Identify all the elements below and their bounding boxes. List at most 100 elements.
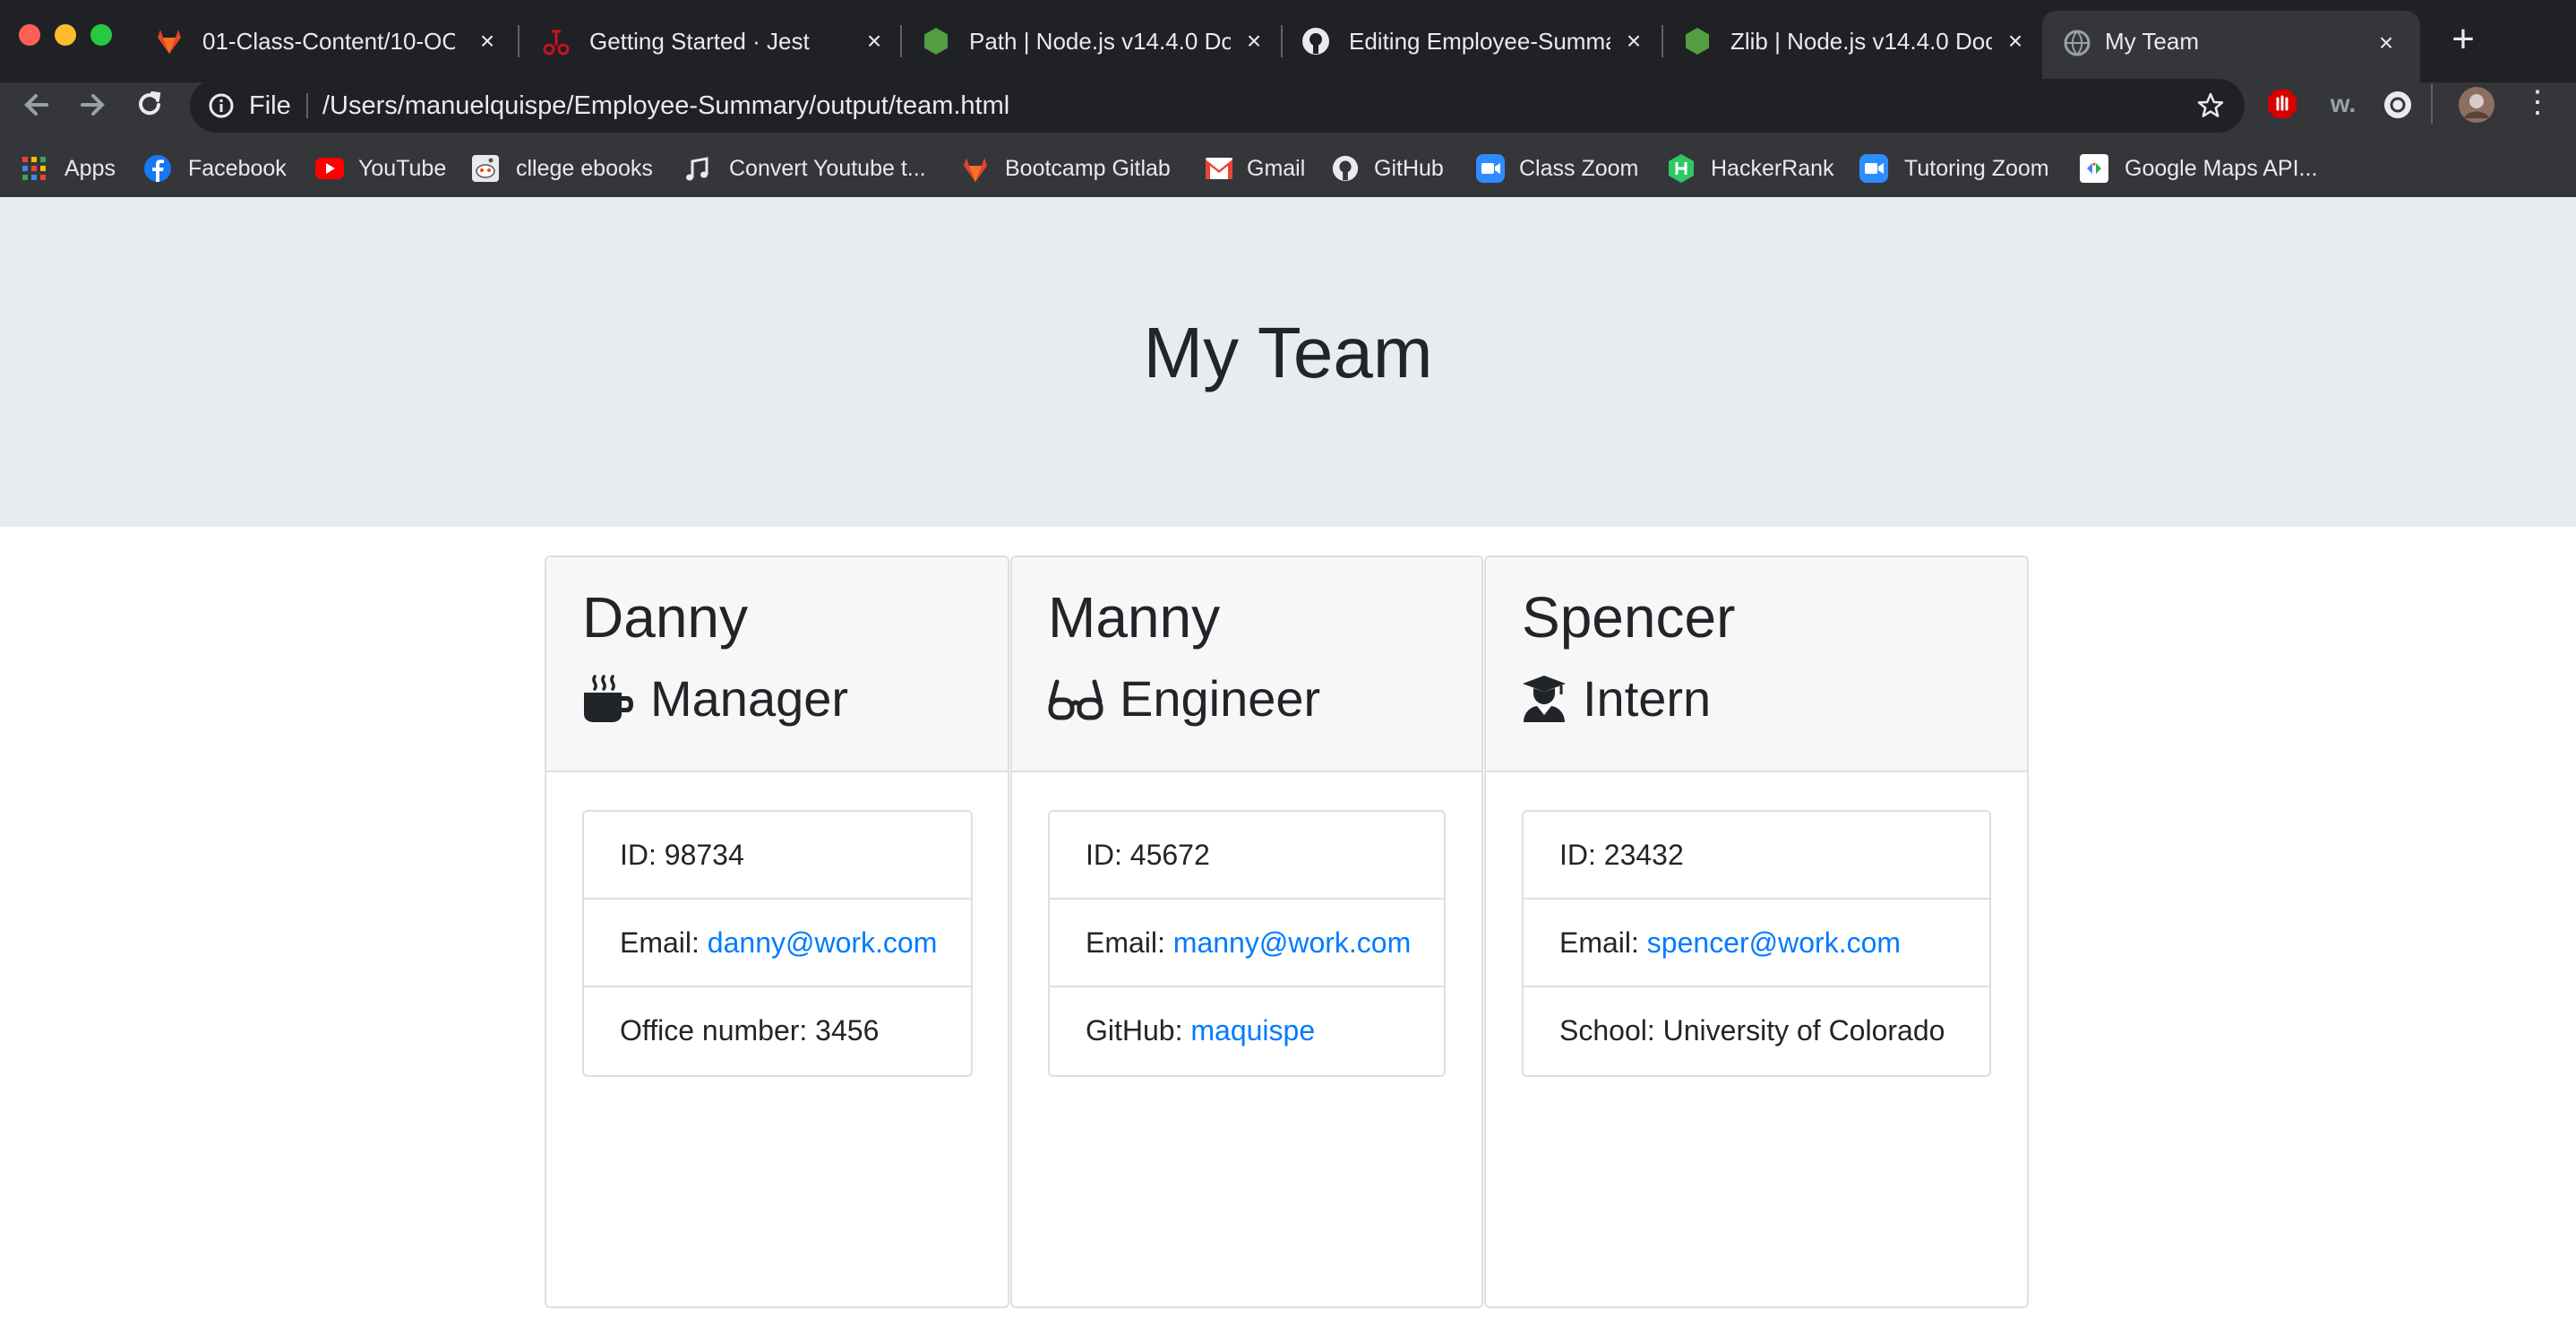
github-icon (1302, 28, 1329, 55)
tab-divider (1662, 25, 1663, 57)
bookmark-label: Gmail (1247, 156, 1306, 181)
avatar[interactable] (2458, 86, 2495, 124)
adblock-icon[interactable] (2266, 88, 2298, 120)
bookmark-label: Tutoring Zoom (1904, 156, 2049, 181)
tab-title: Editing Employee-Summary (1349, 28, 1610, 55)
page-title: My Team (1143, 313, 1433, 392)
bookmark-label: HackerRank (1711, 156, 1834, 181)
forward-button[interactable] (72, 84, 113, 125)
bookmark-bootcamp-gitlab[interactable]: Bootcamp Gitlab (960, 151, 1175, 186)
id-label: ID: (1559, 839, 1604, 871)
id-label: ID: (620, 839, 665, 871)
bookmark-google-maps-api[interactable]: Google Maps API... (2080, 151, 2331, 186)
tab-node-zlib[interactable]: Zlib | Node.js v14.4.0 Doc × (1682, 11, 2031, 72)
bookmark-tutoring-zoom[interactable]: Tutoring Zoom (1859, 151, 2057, 186)
employee-details-list: ID: 23432 Email: spencer@work.com School… (1522, 810, 1991, 1077)
bookmark-label: GitHub (1374, 156, 1444, 181)
window-zoom-button[interactable] (90, 24, 112, 46)
address-divider (306, 93, 308, 118)
tab-my-team[interactable]: My Team × (2042, 11, 2420, 82)
bookmark-label: Facebook (188, 156, 287, 181)
bookmarks-bar: Apps Facebook YouTube cllege ebooks Conv… (0, 140, 2576, 197)
info-icon[interactable] (208, 92, 235, 119)
coffee-mug-icon (584, 674, 633, 722)
employee-github: GitHub: maquispe (1050, 987, 1444, 1075)
scheme-label: File (249, 91, 291, 120)
address-bar[interactable]: File /Users/manuelquispe/Employee-Summar… (190, 79, 2245, 133)
close-icon[interactable]: × (862, 29, 887, 54)
bookmark-youtube[interactable]: YouTube (315, 151, 450, 186)
graduate-icon (1523, 675, 1566, 722)
glasses-icon (1048, 679, 1103, 719)
tab-github-editing[interactable]: Editing Employee-Summary × (1301, 11, 1650, 72)
school-value: University of Colorado (1662, 1014, 1945, 1047)
employee-id: ID: 45672 (1050, 812, 1444, 900)
email-link[interactable]: spencer@work.com (1647, 926, 1901, 959)
globe-icon (2064, 30, 2091, 56)
window-close-button[interactable] (19, 24, 40, 46)
new-tab-button[interactable]: + (2445, 20, 2481, 59)
bookmark-gmail[interactable]: Gmail (1206, 151, 1313, 186)
github-link[interactable]: maquispe (1190, 1014, 1315, 1047)
bookmark-hackerrank[interactable]: HackerRank (1668, 151, 1838, 186)
employee-name: Danny (582, 585, 748, 650)
reddit-icon (472, 155, 499, 182)
tab-divider (518, 25, 519, 57)
close-icon[interactable]: × (1241, 29, 1267, 54)
role-label: Manager (650, 670, 849, 727)
youtube-icon (315, 158, 344, 179)
email-link[interactable]: manny@work.com (1173, 926, 1411, 959)
wappalyzer-icon[interactable]: w. (2325, 86, 2361, 122)
close-icon[interactable]: × (2003, 29, 2028, 54)
employee-card-manager: Danny Manager ID: 98734 Email: danny@wor… (545, 556, 1009, 1308)
bookmark-convert-youtube[interactable]: Convert Youtube t... (684, 151, 935, 186)
browser-tab-bar: 01-Class-Content/10-OOP × Getting Starte… (0, 0, 2576, 82)
star-icon[interactable] (2196, 91, 2225, 120)
role-label: Engineer (1120, 670, 1321, 727)
bookmark-apps[interactable]: Apps (21, 151, 138, 186)
role-label: Intern (1583, 670, 1712, 727)
bookmark-facebook[interactable]: Facebook (143, 151, 300, 186)
zoom-icon (1859, 154, 1888, 183)
bookmark-class-zoom[interactable]: Class Zoom (1476, 151, 1646, 186)
school-label: School: (1559, 1014, 1663, 1047)
bookmark-label: Apps (64, 156, 116, 181)
employee-name: Manny (1048, 585, 1221, 650)
employee-name: Spencer (1522, 585, 1736, 650)
email-link[interactable]: danny@work.com (708, 926, 938, 959)
office-number-label: Office number: (620, 1014, 816, 1047)
employee-card-intern: Spencer Intern ID: 23432 Email: spencer@… (1484, 556, 2029, 1308)
bookmark-github[interactable]: GitHub (1331, 151, 1456, 186)
close-icon[interactable]: × (1621, 29, 1646, 54)
bookmark-college-ebooks[interactable]: cllege ebooks (471, 151, 659, 186)
tab-title: Getting Started · Jest (589, 28, 810, 55)
employee-details-list: ID: 98734 Email: danny@work.com Office n… (582, 810, 973, 1077)
employee-email: Email: danny@work.com (584, 900, 971, 987)
tab-divider (1281, 25, 1283, 57)
arrow-left-icon (24, 94, 48, 116)
bookmark-label: cllege ebooks (516, 156, 653, 181)
google-maps-icon (2080, 154, 2108, 183)
jest-icon (543, 30, 570, 56)
extension-circle-icon[interactable] (2383, 90, 2413, 120)
bookmark-label: Class Zoom (1519, 156, 1639, 181)
page-viewport: My Team Danny Manager ID: 98734 Email: d… (0, 197, 2576, 1344)
jumbotron-header: My Team (0, 197, 2576, 527)
tab-node-path[interactable]: Path | Node.js v14.4.0 Doc × (921, 11, 1270, 72)
bookmark-label: YouTube (358, 156, 447, 181)
menu-kebab-icon[interactable]: ⋮ (2522, 86, 2553, 122)
close-icon[interactable]: × (475, 29, 500, 54)
url-text[interactable]: /Users/manuelquispe/Employee-Summary/out… (322, 79, 1009, 133)
apps-grid-icon (22, 157, 46, 180)
reload-button[interactable] (129, 84, 170, 125)
back-button[interactable] (16, 84, 57, 125)
gmail-icon (1206, 158, 1232, 179)
tab-jest[interactable]: Getting Started · Jest × (541, 11, 890, 72)
tab-class-content[interactable]: 01-Class-Content/10-OOP × (154, 11, 503, 72)
window-minimize-button[interactable] (55, 24, 76, 46)
tab-title: Zlib | Node.js v14.4.0 Doc (1730, 28, 1992, 55)
zoom-icon (1476, 154, 1505, 183)
bookmark-label: Google Maps API... (2125, 156, 2318, 181)
employee-role: Intern (1522, 669, 1711, 728)
close-icon[interactable]: × (2374, 30, 2399, 56)
